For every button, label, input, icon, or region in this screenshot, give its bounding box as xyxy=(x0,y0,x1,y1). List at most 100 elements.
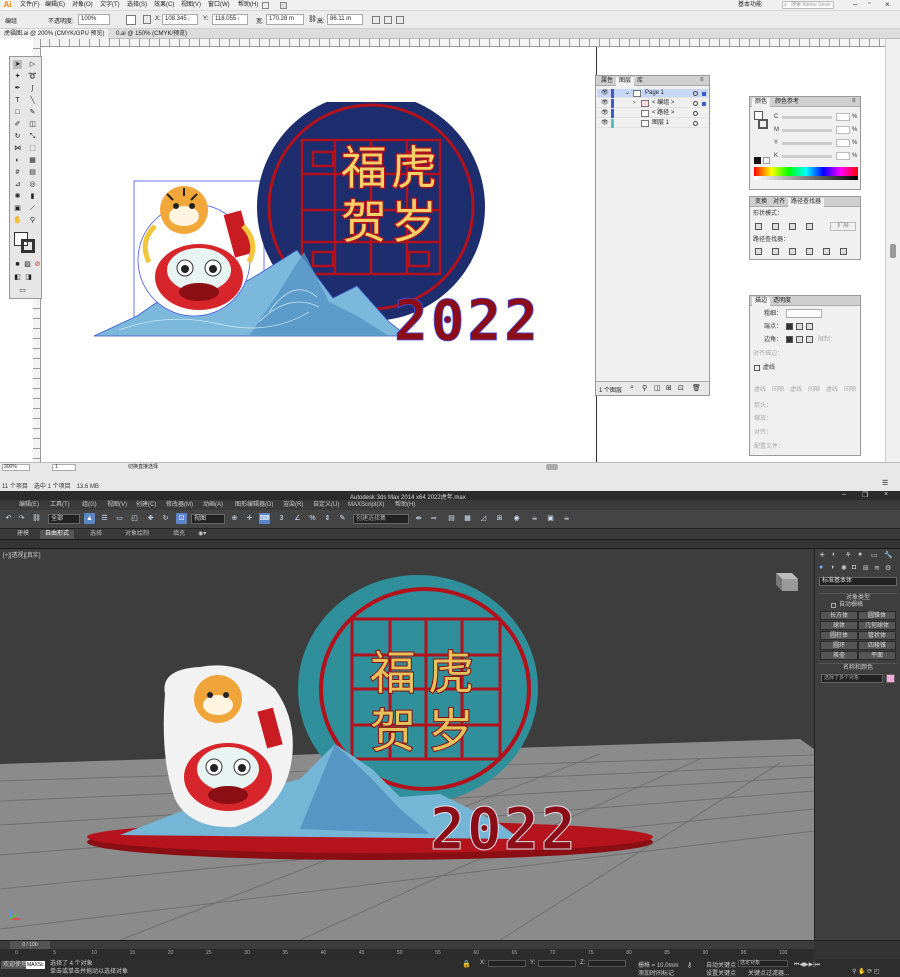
tab-tiger-doc[interactable]: 虎福图.ai @ 200% (CMYK/GPU 预览) xyxy=(0,29,109,39)
torus-button[interactable]: 圆环 xyxy=(820,641,858,650)
hierarchy-tab-icon[interactable]: ⚘ xyxy=(845,551,851,559)
lock-icon[interactable]: 🔒 xyxy=(462,960,471,968)
type-tool-icon[interactable]: T xyxy=(13,96,22,105)
layer-row-layer1[interactable]: 👁 图层 1 xyxy=(597,119,708,128)
close-icon[interactable]: × xyxy=(885,0,890,9)
free-transform-icon[interactable]: ⬚ xyxy=(28,144,37,153)
align-icon[interactable]: ⫤ xyxy=(428,513,439,524)
tab-align[interactable]: 对齐 xyxy=(770,198,788,207)
layer-manager-icon[interactable]: ▤ xyxy=(446,513,457,524)
edit-named-sel-icon[interactable]: ✎ xyxy=(337,513,348,524)
max-menu-customize[interactable]: 自定义(U) xyxy=(313,500,339,510)
render-setup-icon[interactable]: ☕ xyxy=(529,513,540,524)
key-icon[interactable]: ⚷ xyxy=(687,961,692,969)
more-options-icon[interactable] xyxy=(396,16,404,24)
layer-row-path[interactable]: 👁 < 路径 > xyxy=(597,109,708,118)
key-mode-dropdown[interactable]: 选定对象 xyxy=(738,960,788,967)
y-field[interactable]: 118.055 ₍ xyxy=(212,14,248,25)
select-by-name-icon[interactable]: ☰ xyxy=(99,513,110,524)
create-tab-icon[interactable]: ☀ xyxy=(819,551,825,559)
max-menu-tools[interactable]: 工具(T) xyxy=(50,500,70,510)
reference-point-icon[interactable] xyxy=(126,15,136,25)
crop-icon[interactable] xyxy=(806,248,813,255)
zoom-tool-icon[interactable]: ⚲ xyxy=(28,216,37,225)
merge-icon[interactable] xyxy=(789,248,796,255)
time-slider[interactable]: 0 / 100 xyxy=(10,941,50,949)
tab-pathfinder[interactable]: 路径查找器 xyxy=(788,198,825,207)
slider-y[interactable] xyxy=(782,142,832,145)
render-icon[interactable]: ☕ xyxy=(561,513,572,524)
ribbon-tab-object-paint[interactable]: 对象绘制 xyxy=(120,530,154,539)
ribbon-tab-freeform[interactable]: 自由形式 xyxy=(40,530,75,539)
locate-icon[interactable]: ⚲ xyxy=(642,384,647,392)
dashed-checkbox[interactable] xyxy=(754,365,760,371)
menu-window[interactable]: 窗口(W) xyxy=(208,0,230,11)
schematic-icon[interactable]: ⊞ xyxy=(494,513,505,524)
mirror-icon[interactable]: ⇹ xyxy=(413,513,424,524)
graphite-icon[interactable]: ▦ xyxy=(462,513,473,524)
orbit-icon[interactable]: ⟳ xyxy=(867,969,872,975)
x-coord-field[interactable] xyxy=(488,960,526,967)
selection-filter-dropdown[interactable]: 全部 xyxy=(48,514,80,524)
systems-icon[interactable]: ⚙ xyxy=(885,564,891,572)
slice-icon[interactable]: ⟋ xyxy=(28,204,37,213)
minimize-icon[interactable]: – xyxy=(842,491,846,498)
cylinder-button[interactable]: 圆柱体 xyxy=(820,631,858,640)
geosphere-button[interactable]: 几何球体 xyxy=(858,621,896,630)
box-button[interactable]: 长方体 xyxy=(820,611,858,620)
key-filters-button[interactable]: 关键点过滤器... xyxy=(748,968,789,977)
draw-mode-icon[interactable]: ◧ xyxy=(13,273,22,282)
tab-properties[interactable]: 属性 xyxy=(598,77,616,86)
zoom-field[interactable]: 200% xyxy=(2,464,30,471)
minimize-icon[interactable]: – xyxy=(853,0,857,9)
transform-options-icon[interactable] xyxy=(372,16,380,24)
bevel-join-icon[interactable] xyxy=(806,336,813,343)
eyedropper-icon[interactable]: ⊿ xyxy=(13,180,22,189)
value-k[interactable] xyxy=(836,152,850,160)
curve-editor-icon[interactable]: ◿ xyxy=(478,513,489,524)
divide-icon[interactable] xyxy=(755,248,762,255)
object-name-field[interactable]: 选择了多个对象 xyxy=(821,674,883,683)
tab-layers[interactable]: 图层 xyxy=(616,77,635,86)
shapes-icon[interactable]: ◑ xyxy=(830,564,834,571)
unite-icon[interactable] xyxy=(755,223,762,230)
selection-tool-icon[interactable]: ➤ xyxy=(13,60,22,69)
stock-search-input[interactable]: 搜索 Adobe Stock xyxy=(782,1,834,9)
curvature-icon[interactable]: ∫ xyxy=(28,84,37,93)
autogrid-checkbox[interactable] xyxy=(831,603,836,608)
column-graph-icon[interactable]: ▮ xyxy=(28,192,37,201)
teapot-button[interactable]: 茶壶 xyxy=(820,651,858,660)
bridge-icon[interactable] xyxy=(262,2,269,9)
tab-transform[interactable]: 变换 xyxy=(752,198,770,207)
angle-snap-icon[interactable]: ∠ xyxy=(292,513,303,524)
lights-icon[interactable]: ✺ xyxy=(841,564,847,572)
menu-effect[interactable]: 效果(C) xyxy=(154,0,174,11)
scroll-thumb[interactable] xyxy=(890,244,896,258)
color-mode-icon[interactable]: ■ xyxy=(13,260,22,269)
manipulate-icon[interactable]: ✛ xyxy=(244,513,255,524)
outline-icon[interactable] xyxy=(823,248,830,255)
move-icon[interactable]: ✥ xyxy=(145,513,156,524)
butt-cap-icon[interactable] xyxy=(786,323,793,330)
shaper-icon[interactable]: ✐ xyxy=(13,120,22,129)
intersect-icon[interactable] xyxy=(789,223,796,230)
keyboard-shortcut-icon[interactable]: ⌨ xyxy=(259,513,270,524)
trash-icon[interactable]: 🗑 xyxy=(692,384,701,392)
max-menu-animation[interactable]: 动画(A) xyxy=(203,500,223,510)
scale-icon[interactable]: ⊡ xyxy=(176,513,187,524)
square-cap-icon[interactable] xyxy=(806,323,813,330)
gradient-icon[interactable]: ▤ xyxy=(28,168,37,177)
panel-menu-icon[interactable]: ≡ xyxy=(852,98,856,104)
tab-0-doc[interactable]: 0.ai @ 150% (CMYK/预览) xyxy=(112,29,191,39)
welcome-tab[interactable]: 欢迎使用 xyxy=(1,961,30,969)
menu-type[interactable]: 文字(T) xyxy=(100,0,120,11)
round-cap-icon[interactable] xyxy=(796,323,803,330)
primitive-type-dropdown[interactable]: 标准基本体 xyxy=(819,577,897,586)
menu-object[interactable]: 对象(O) xyxy=(72,0,93,11)
draw-behind-icon[interactable]: ◨ xyxy=(24,273,33,282)
color-spectrum[interactable] xyxy=(754,167,858,176)
hand-tool-icon[interactable]: ✋ xyxy=(13,216,22,225)
modify-tab-icon[interactable]: ◐ xyxy=(832,551,836,558)
maximize-icon[interactable]: ▫ xyxy=(868,0,870,7)
round-join-icon[interactable] xyxy=(796,336,803,343)
